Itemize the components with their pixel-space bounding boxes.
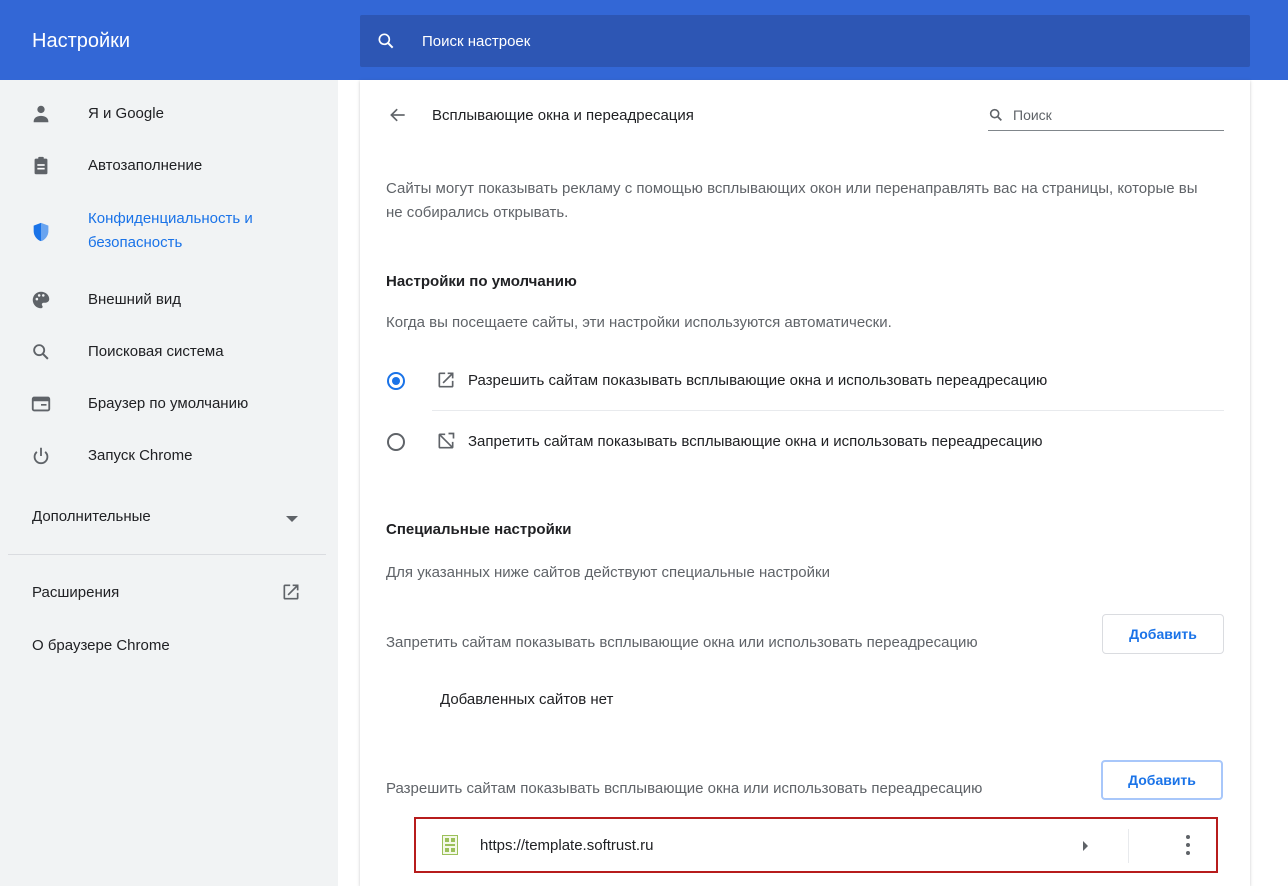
sidebar-item-label: Поисковая система [88,343,224,360]
search-icon [989,108,1002,121]
site-url: https://template.softrust.ru [480,837,654,854]
block-list-label: Запретить сайтам показывать всплывающие … [386,634,978,651]
sidebar-item-privacy[interactable]: Конфиденциальность и безопасность [0,204,338,256]
search-icon [33,344,49,360]
sidebar-item-label: Автозаполнение [88,157,203,174]
sidebar-item-about-chrome[interactable]: О браузере Chrome [32,637,170,654]
divider [8,554,326,555]
default-settings-subtitle: Когда вы посещаете сайты, эти настройки … [386,314,892,331]
divider [1128,829,1129,863]
allow-add-button[interactable]: Добавить [1101,760,1223,800]
toolbar: Настройки Поиск настроек [0,0,1288,80]
browser-window-icon [31,396,51,412]
sidebar-item-appearance[interactable]: Внешний вид [0,274,338,326]
sidebar-item-label: Внешний вид [88,291,181,308]
divider [432,410,1224,411]
option-allow-label[interactable]: Разрешить сайтам показывать всплывающие … [468,372,1047,389]
sidebar-item-on-startup[interactable]: Запуск Chrome [0,430,338,482]
site-list-item[interactable]: https://template.softrust.ru [414,817,1218,873]
chevron-down-icon[interactable] [286,516,298,522]
allow-list-label: Разрешить сайтам показывать всплывающие … [386,780,983,797]
chevron-right-icon[interactable] [1083,841,1088,851]
back-arrow-icon[interactable] [388,105,408,125]
settings-search-box[interactable]: Поиск настроек [360,15,1250,67]
popup-blocked-icon [438,432,455,449]
sidebar: Я и Google Автозаполнение Конфиденциальн… [0,80,338,886]
radio-block-popups[interactable] [387,433,405,451]
sidebar-item-label: Запуск Chrome [88,447,193,464]
sidebar-item-autofill[interactable]: Автозаполнение [0,140,338,192]
more-vert-icon[interactable] [1186,834,1190,856]
page-description: Сайты могут показывать рекламу с помощью… [386,180,1198,221]
site-favicon-icon [442,835,458,855]
search-icon [378,33,394,49]
sidebar-item-search-engine[interactable]: Поисковая система [0,326,338,378]
sidebar-item-label: Браузер по умолчанию [88,395,249,412]
palette-icon [32,291,50,309]
special-settings-subtitle: Для указанных ниже сайтов действуют спец… [386,564,830,581]
sidebar-item-you-and-google[interactable]: Я и Google [0,88,338,140]
open-in-new-icon [438,372,454,388]
page-search-underline [988,130,1224,131]
sidebar-item-extensions[interactable]: Расширения [32,584,119,601]
block-add-button[interactable]: Добавить [1102,614,1224,654]
power-icon [33,447,49,465]
clipboard-icon [34,156,48,175]
person-icon [33,105,49,123]
special-settings-heading: Специальные настройки [386,521,572,538]
sidebar-item-label: Я и Google [88,105,164,122]
app-title: Настройки [32,30,131,52]
sidebar-item-label: Конфиденциальность и безопасность [88,210,253,251]
search-input[interactable]: Поиск настроек [422,33,530,50]
shield-icon [33,222,49,242]
sidebar-item-default-browser[interactable]: Браузер по умолчанию [0,378,338,430]
default-settings-heading: Настройки по умолчанию [386,273,577,290]
radio-allow-popups[interactable] [387,372,405,390]
sidebar-advanced-toggle[interactable]: Дополнительные [32,508,151,525]
open-in-new-icon[interactable] [281,582,301,602]
page-search-input[interactable]: Поиск [1013,107,1052,123]
block-list-empty: Добавленных сайтов нет [440,691,614,708]
option-block-label[interactable]: Запретить сайтам показывать всплывающие … [468,433,1043,450]
page-title: Всплывающие окна и переадресация [432,107,694,124]
